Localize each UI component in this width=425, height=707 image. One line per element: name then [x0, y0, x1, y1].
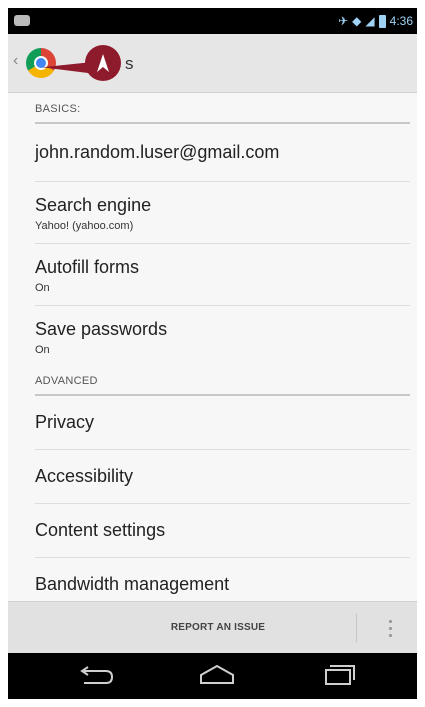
- row-title: Privacy: [35, 412, 95, 432]
- row-subtitle: On: [35, 282, 50, 294]
- row-title: Save passwords: [35, 319, 168, 339]
- row-title: Content settings: [35, 520, 166, 540]
- settings-row-bandwidth[interactable]: Bandwidth management: [35, 558, 410, 601]
- recents-icon[interactable]: [314, 661, 364, 691]
- signal-icon: ◢: [365, 14, 375, 28]
- bottom-action-bar: REPORT AN ISSUE: [8, 601, 417, 654]
- divider: [356, 614, 357, 642]
- row-title: Search engine: [35, 195, 152, 215]
- home-icon[interactable]: [192, 661, 242, 691]
- action-bar: ‹ s: [8, 34, 417, 93]
- row-title: john.random.luser@gmail.com: [35, 142, 280, 162]
- settings-row-account[interactable]: john.random.luser@gmail.com: [35, 124, 410, 182]
- row-title: Bandwidth management: [35, 574, 230, 594]
- report-issue-button[interactable]: REPORT AN ISSUE: [108, 614, 328, 642]
- row-subtitle: On: [35, 344, 50, 356]
- up-navigation-icon[interactable]: ‹: [13, 52, 18, 70]
- pointer-icon: [97, 54, 109, 72]
- settings-row-content-settings[interactable]: Content settings: [35, 504, 410, 558]
- row-subtitle: Yahoo! (yahoo.com): [35, 220, 134, 232]
- chrome-icon[interactable]: [26, 48, 56, 78]
- callout-badge: [85, 45, 121, 81]
- row-title: Autofill forms: [35, 257, 140, 277]
- back-icon[interactable]: [70, 661, 120, 691]
- status-time: 4:36: [389, 14, 413, 28]
- section-header-basics: BASICS:: [35, 100, 410, 124]
- settings-row-search-engine[interactable]: Search engine Yahoo! (yahoo.com): [35, 182, 410, 244]
- action-bar-title: s: [125, 54, 134, 73]
- battery-icon: [378, 14, 386, 28]
- status-indicators: ✈ ◆ ◢ 4:36: [338, 12, 413, 30]
- settings-row-autofill[interactable]: Autofill forms On: [35, 244, 410, 306]
- vibrate-icon: ✈: [338, 14, 349, 28]
- row-title: Accessibility: [35, 466, 134, 486]
- wifi-icon: ◆: [352, 14, 362, 28]
- section-header-advanced: ADVANCED: [35, 372, 410, 396]
- settings-screen: ✈ ◆ ◢ 4:36 ‹ s BASICS: john.random.luser…: [8, 8, 417, 699]
- settings-row-save-passwords[interactable]: Save passwords On: [35, 306, 410, 368]
- notification-icon: [14, 15, 30, 26]
- status-bar: ✈ ◆ ◢ 4:36: [8, 8, 417, 34]
- settings-row-accessibility[interactable]: Accessibility: [35, 450, 410, 504]
- navigation-bar: [8, 653, 417, 699]
- settings-row-privacy[interactable]: Privacy: [35, 396, 410, 450]
- overflow-menu-icon[interactable]: [378, 613, 402, 643]
